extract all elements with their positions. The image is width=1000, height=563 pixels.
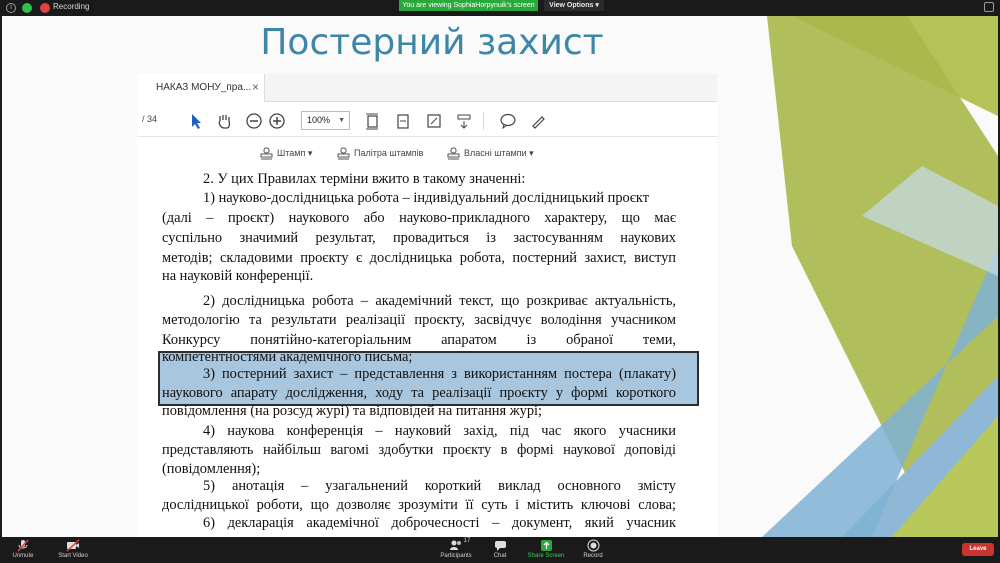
doc-line: 1) науково-дослідницька робота – індивід… [203, 190, 650, 206]
stamp-toolbar: Штамп ▾ Палітра штампів Власні штампи ▾ [137, 138, 717, 168]
start-video-button[interactable]: Start Video [55, 539, 91, 559]
full-screen-icon[interactable] [425, 112, 443, 130]
share-screen-button[interactable]: Share Screen [526, 539, 566, 559]
participants-count: 17 [463, 538, 471, 544]
recording-dot-icon [40, 3, 50, 13]
doc-line: методів; складовими проєкту є дослідниць… [162, 250, 676, 266]
chevron-down-icon: ▼ [338, 117, 345, 124]
close-tab-icon[interactable]: × [252, 80, 259, 94]
comment-icon[interactable] [499, 112, 517, 130]
stamp-label: Штамп ▾ [277, 148, 313, 158]
doc-line: методологію та результати реалізації про… [162, 312, 676, 328]
stamp-palette-label: Палітра штампів [354, 148, 424, 158]
shared-slide: Постерний захист НАКАЗ МОНУ_пра... × / 3… [2, 16, 998, 537]
toolbar-divider [483, 112, 484, 130]
doc-line: 5) анотація – узагальнений короткий викл… [203, 478, 676, 494]
viewing-screen-banner: You are viewing SophiaHorpynuik's screen [399, 0, 538, 11]
document-tab[interactable]: НАКАЗ МОНУ_пра... × [137, 74, 265, 102]
participants-label: Participants [440, 553, 472, 559]
doc-line: Конкурсу понятійно-категоріальним апарат… [162, 332, 676, 348]
doc-line: повідомлення (на розсуд журі) та відпові… [162, 403, 543, 419]
start-video-label: Start Video [58, 553, 88, 559]
doc-line: 2. У цих Правилах терміни вжито в такому… [203, 171, 526, 187]
fullscreen-icon[interactable] [984, 2, 994, 12]
fit-width-icon[interactable] [394, 112, 412, 130]
own-stamps-icon [447, 147, 460, 160]
stamp-palette-icon [337, 147, 350, 160]
view-options-button[interactable]: View Options ▾ [544, 0, 604, 11]
stamp-palette-button[interactable]: Палітра штампів [337, 145, 423, 161]
doc-line: представляють найбільш вагомі здобутки п… [162, 442, 676, 458]
meeting-controls-bar: Unmute Start Video Participants 17 Chat … [0, 537, 1000, 563]
record-button[interactable]: Record [580, 539, 606, 559]
stamp-button[interactable]: Штамп ▾ [260, 145, 312, 161]
microphone-muted-icon [17, 539, 29, 552]
zoom-out-icon[interactable] [245, 112, 263, 130]
doc-line: (далі – проєкт) наукового або науково-пр… [162, 210, 676, 226]
info-icon[interactable]: i [6, 3, 16, 13]
document-tab-label: НАКАЗ МОНУ_пра... [156, 82, 252, 93]
unmute-label: Unmute [12, 553, 34, 559]
unmute-button[interactable]: Unmute [10, 539, 36, 559]
select-cursor-icon[interactable] [187, 112, 205, 130]
scroll-mode-icon[interactable] [455, 112, 473, 130]
zoom-select[interactable]: 100% ▼ [301, 111, 350, 130]
doc-line: компетентностями академічного письма; [162, 349, 413, 365]
doc-line: 6) декларація академічної доброчесності … [203, 515, 676, 531]
doc-line: наукового апарату дослідження, ходу та р… [162, 385, 676, 401]
leave-button[interactable]: Leave [962, 543, 994, 556]
fit-page-icon[interactable] [363, 112, 381, 130]
hand-tool-icon[interactable] [215, 112, 233, 130]
zoom-value: 100% [307, 115, 331, 125]
doc-line: 3) постерний захист – представлення з ви… [203, 366, 676, 382]
security-shield-icon[interactable] [22, 3, 32, 13]
participants-icon [450, 540, 461, 550]
pen-icon[interactable] [529, 112, 547, 130]
doc-line: (повідомлення); [162, 461, 261, 477]
recording-label: Recording [53, 2, 90, 11]
page-total: / 34 [142, 114, 158, 124]
record-icon [587, 539, 599, 552]
share-screen-icon [540, 540, 552, 551]
zoom-in-icon[interactable] [268, 112, 286, 130]
video-off-icon [66, 539, 80, 552]
record-label: Record [583, 553, 603, 559]
document-page: 2. У цих Правилах терміни вжито в такому… [137, 168, 717, 537]
share-screen-label: Share Screen [527, 553, 565, 559]
own-stamps-button[interactable]: Власні штампи ▾ [447, 145, 534, 161]
doc-line: на науковій конференції. [162, 268, 314, 284]
doc-line: дослідницької роботи, що дозволяє зрозум… [162, 497, 676, 513]
meeting-top-bar: i Recording You are viewing SophiaHorpyn… [0, 0, 1000, 16]
pdf-toolbar: / 34 100% ▼ [137, 103, 717, 137]
doc-line: 4) наукова конференція – науковий захід,… [203, 423, 676, 439]
doc-line: 2) дослідницька робота – академічний тек… [203, 293, 676, 309]
stamp-icon [260, 147, 273, 160]
chat-icon [494, 541, 506, 551]
document-tab-bar: НАКАЗ МОНУ_пра... × [137, 74, 717, 102]
slide-title: Постерний захист [260, 22, 604, 63]
pdf-viewer: НАКАЗ МОНУ_пра... × / 34 100% ▼ Штамп ▾ [137, 74, 717, 537]
chat-button[interactable]: Chat [489, 539, 511, 559]
chat-label: Chat [493, 553, 507, 559]
doc-line: суспільно значимий результат, провадитьс… [162, 230, 676, 246]
own-stamps-label: Власні штампи ▾ [464, 148, 534, 158]
